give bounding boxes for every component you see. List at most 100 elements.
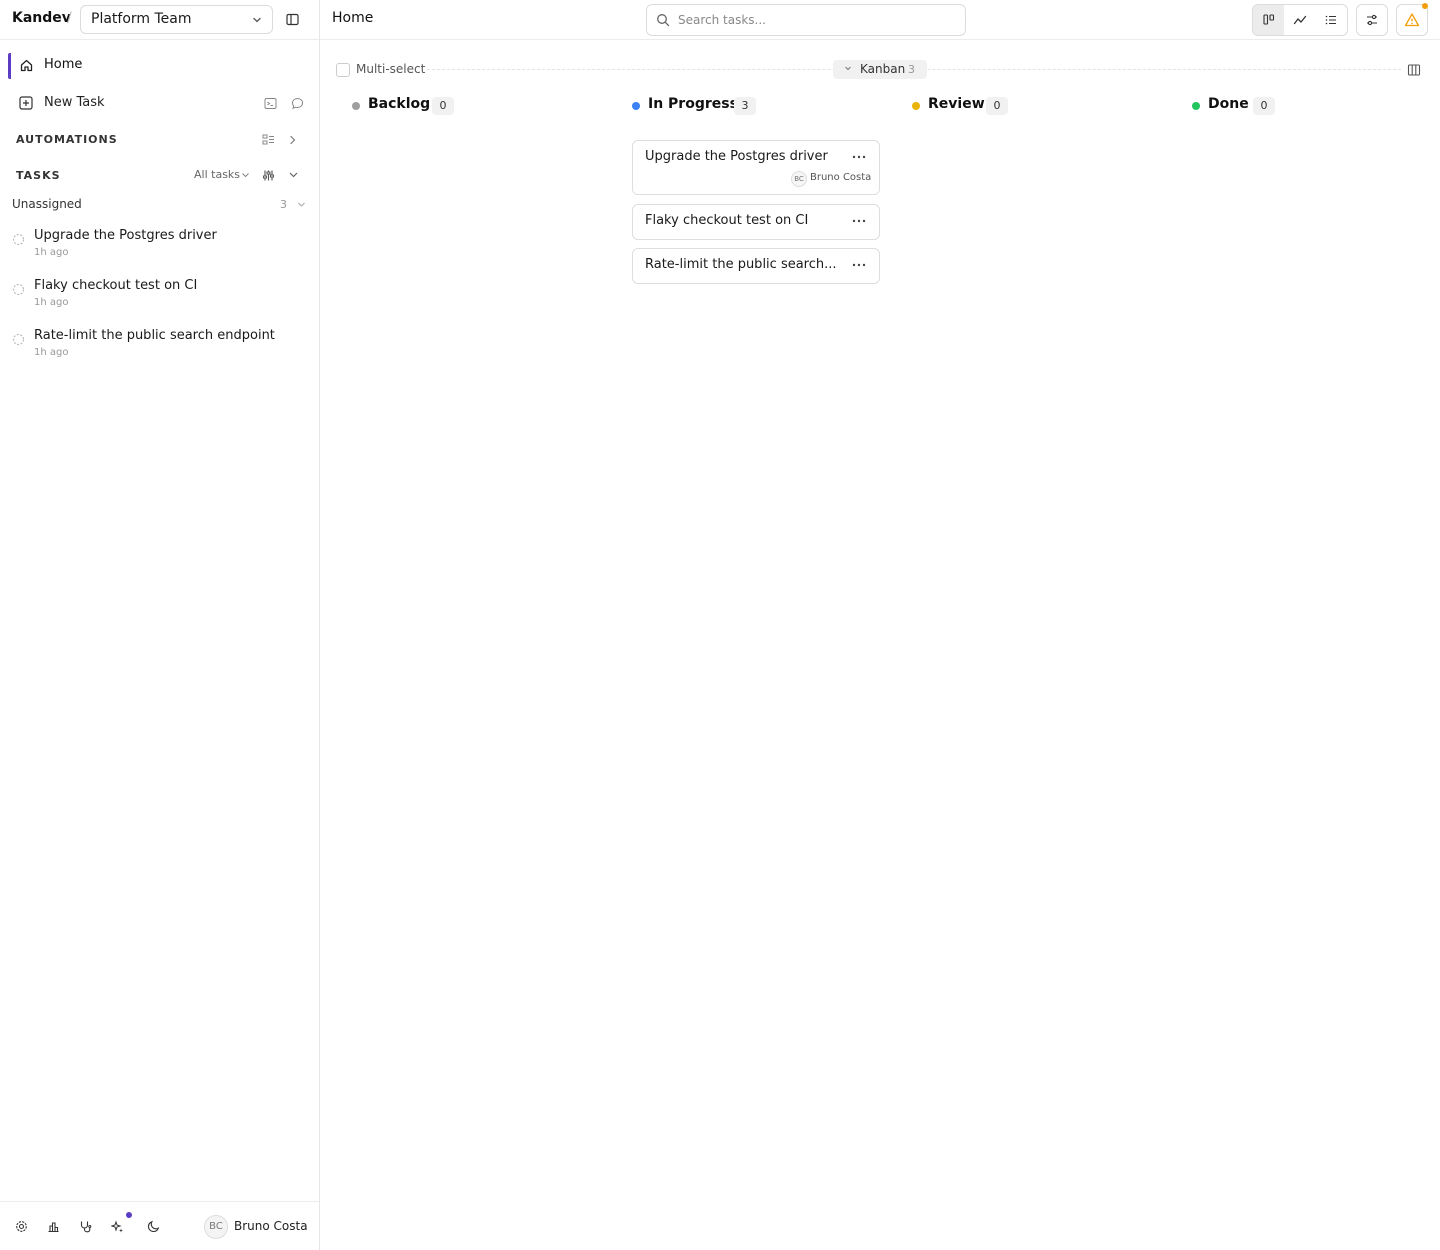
column-header-review: Review 0 [912, 96, 1112, 116]
task-card[interactable]: Flaky checkout test on CI [632, 204, 880, 240]
multi-select-checkbox[interactable] [336, 63, 350, 77]
view-switcher [1252, 4, 1348, 36]
kanban-label: Kanban [860, 62, 906, 76]
board-toolbar: Multi-select Kanban 3 [320, 56, 1440, 84]
column-count: 3 [734, 97, 756, 115]
chart-icon[interactable] [47, 1220, 60, 1233]
page-title: Home [332, 10, 374, 26]
column-title: Review [928, 96, 985, 112]
status-dot [912, 102, 920, 110]
task-time: 1h ago [34, 347, 69, 358]
workspace-select[interactable]: Platform Team [80, 5, 273, 34]
chat-icon[interactable] [291, 97, 304, 110]
status-circle-icon [12, 333, 25, 346]
more-icon[interactable] [852, 263, 866, 267]
graph-view-button[interactable] [1284, 5, 1315, 35]
avatar[interactable]: BC [204, 1215, 228, 1239]
sidebar-item-label: Home [44, 57, 83, 72]
search-input[interactable] [678, 11, 958, 29]
card-assignee: Bruno Costa [810, 172, 872, 183]
settings-icon[interactable] [15, 1220, 28, 1233]
task-time: 1h ago [34, 297, 69, 308]
warning-icon [1404, 12, 1420, 28]
sidebar: Kandev / Platform Team Home New Task AUT… [0, 0, 320, 1250]
kanban-view-button[interactable] [1253, 5, 1285, 35]
home-icon [19, 58, 34, 73]
sidebar-task-item[interactable]: Rate-limit the public search endpoint 1h… [10, 328, 310, 368]
notification-dot [126, 1212, 132, 1218]
sidebar-item-home[interactable]: Home [8, 53, 308, 79]
multi-select-label[interactable]: Multi-select [356, 62, 425, 76]
sidebar-footer: BC Bruno Costa [0, 1201, 319, 1250]
brand-name[interactable]: Kandev [12, 10, 71, 26]
chevron-down-icon[interactable] [288, 171, 299, 179]
sliders-icon[interactable] [262, 169, 275, 182]
workspace-name: Platform Team [91, 11, 192, 27]
task-card[interactable]: Upgrade the Postgres driver BC Bruno Cos… [632, 140, 880, 195]
column-title: In Progress [648, 96, 738, 112]
warning-badge-dot [1422, 3, 1428, 9]
plus-square-icon [19, 96, 33, 110]
list-checks-icon[interactable] [262, 133, 275, 146]
status-dot [1192, 102, 1200, 110]
sidebar-item-label: New Task [44, 95, 105, 110]
avatar: BC [791, 171, 807, 187]
kanban-group-toggle[interactable]: Kanban 3 [833, 60, 927, 79]
chevron-down-icon[interactable] [297, 202, 306, 208]
tasks-filter[interactable]: All tasks [194, 168, 240, 181]
sparkles-icon[interactable] [111, 1220, 124, 1233]
status-dot [352, 102, 360, 110]
list-view-button[interactable] [1316, 5, 1347, 35]
sidebar-item-new-task[interactable]: New Task [8, 92, 308, 116]
group-title[interactable]: Unassigned [12, 197, 82, 211]
chevron-down-icon[interactable] [241, 172, 250, 179]
trend-icon [1293, 13, 1307, 27]
task-card[interactable]: Rate-limit the public search... [632, 248, 880, 284]
kanban-count: 3 [908, 63, 915, 76]
breadcrumb-separator: / [67, 10, 72, 26]
card-title: Flaky checkout test on CI [645, 213, 809, 228]
column-header-in-progress: In Progress 3 [632, 96, 832, 116]
status-circle-icon [12, 283, 25, 296]
status-dot [632, 102, 640, 110]
sidebar-task-item[interactable]: Flaky checkout test on CI 1h ago [10, 278, 310, 318]
status-circle-icon [12, 233, 25, 246]
task-title: Rate-limit the public search endpoint [34, 328, 275, 343]
moon-icon[interactable] [147, 1220, 160, 1233]
columns-icon[interactable] [1405, 63, 1421, 77]
search-icon [656, 13, 670, 27]
card-title: Rate-limit the public search... [645, 257, 837, 272]
top-bar: Home [320, 0, 1440, 40]
sidebar-task-item[interactable]: Upgrade the Postgres driver 1h ago [10, 228, 310, 268]
task-time: 1h ago [34, 247, 69, 258]
card-title: Upgrade the Postgres driver [645, 149, 828, 164]
column-count: 0 [432, 97, 454, 115]
sidebar-header: Kandev / Platform Team [0, 0, 319, 40]
automations-heading: AUTOMATIONS [16, 133, 118, 146]
main-area: Home Search tasks... Multi-select Kanban… [320, 0, 1440, 1250]
display-settings-button[interactable] [1356, 4, 1388, 36]
column-count: 0 [986, 97, 1008, 115]
task-title: Flaky checkout test on CI [34, 278, 198, 293]
group-count: 3 [280, 198, 287, 211]
sliders-icon [1365, 13, 1379, 27]
column-title: Done [1208, 96, 1249, 112]
chevron-down-icon [251, 14, 263, 26]
tasks-heading: TASKS [16, 169, 61, 182]
task-title: Upgrade the Postgres driver [34, 228, 217, 243]
column-count: 0 [1253, 97, 1275, 115]
kanban-icon [1262, 13, 1276, 27]
column-header-backlog: Backlog 0 [352, 96, 552, 116]
stethoscope-icon[interactable] [79, 1220, 92, 1233]
search-box[interactable] [646, 4, 966, 36]
terminal-icon[interactable] [264, 97, 277, 110]
chevron-right-icon[interactable] [288, 134, 298, 146]
warning-button[interactable] [1396, 3, 1428, 36]
user-name[interactable]: Bruno Costa [234, 1219, 308, 1233]
list-icon [1324, 13, 1338, 27]
sidebar-toggle-icon[interactable] [285, 12, 300, 27]
chevron-down-icon [844, 66, 852, 72]
column-header-done: Done 0 [1192, 96, 1392, 116]
more-icon[interactable] [852, 219, 866, 223]
more-icon[interactable] [852, 155, 866, 159]
